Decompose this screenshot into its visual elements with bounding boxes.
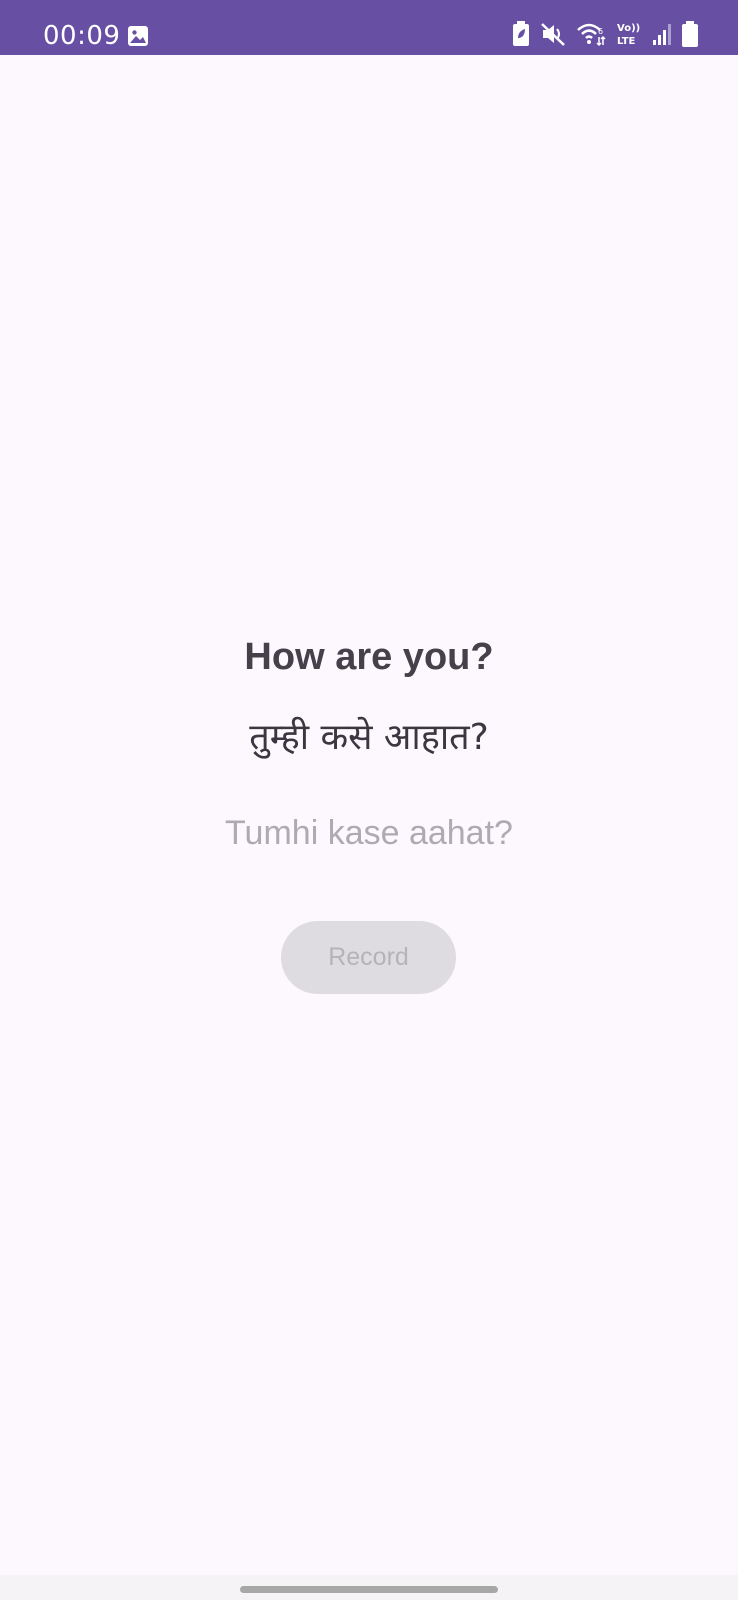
svg-text:6: 6 [598, 27, 603, 36]
volte-label-top: Vo)) [617, 23, 640, 34]
phrase-english: How are you? [244, 636, 494, 678]
phrase-screen: How are you? तुम्ही कसे आहात? Tumhi kase… [0, 55, 738, 1575]
mute-icon [540, 21, 566, 52]
phrase-transliteration: Tumhi kase aahat? [225, 814, 513, 852]
volte-icon: Vo)) LTE [616, 20, 642, 53]
record-button[interactable]: Record [281, 921, 456, 994]
battery-icon [682, 20, 698, 52]
wifi-icon: 6 [576, 21, 606, 52]
gesture-nav-bar [0, 1575, 738, 1600]
home-gesture-handle[interactable] [240, 1586, 498, 1593]
status-icons: 6 Vo)) LTE [512, 20, 698, 53]
image-icon [126, 24, 150, 48]
phrase-marathi: तुम्ही कसे आहात? [249, 717, 489, 758]
signal-icon [652, 22, 672, 51]
battery-saver-icon [512, 20, 530, 52]
status-bar: 00:09 6 Vo)) LTE [0, 0, 738, 55]
status-time: 00:09 [43, 21, 121, 51]
volte-label-bottom: LTE [617, 36, 636, 47]
